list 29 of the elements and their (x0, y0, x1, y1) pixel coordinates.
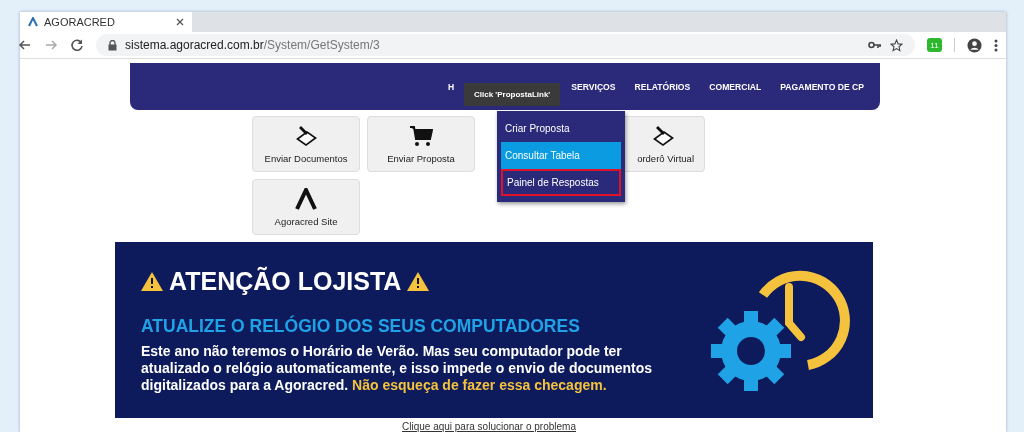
browser-tab[interactable]: AGORACRED (20, 12, 192, 32)
logo-icon (28, 17, 38, 27)
cart-icon (409, 124, 433, 147)
nav-link[interactable]: H (448, 81, 455, 92)
nav-link[interactable]: PAGAMENTO DE CP (780, 81, 864, 92)
account-icon[interactable] (967, 37, 982, 53)
key-icon[interactable] (868, 41, 882, 49)
lock-icon (108, 39, 117, 51)
logo-icon (295, 187, 317, 210)
address-bar[interactable]: sistema.agoracred.com.br/System/GetSystem/3 (96, 34, 915, 56)
warning-icon (407, 271, 430, 291)
shortcut-tile[interactable]: Agoracred Site (252, 179, 360, 235)
reload-icon[interactable] (70, 38, 84, 52)
tooltip: Click 'PropostaLink' (464, 83, 561, 106)
banner-subtitle: ATUALIZE O RELÓGIO DOS SEUS COMPUTADORES (141, 315, 581, 337)
banner-title: ATENÇÃO LOJISTA (169, 266, 402, 296)
help-link[interactable]: Clique aqui para solucionar o problema (402, 421, 576, 432)
close-icon[interactable] (176, 18, 184, 26)
shortcut-tile[interactable]: Enviar Proposta (367, 116, 475, 172)
shortcut-tile[interactable]: Enviar Documentos (252, 116, 360, 172)
star-icon[interactable] (890, 38, 903, 52)
nav-link[interactable]: RELATÓRIOS (634, 81, 691, 92)
back-icon[interactable] (18, 38, 32, 52)
nav-link[interactable]: COMERCIAL (709, 81, 762, 92)
nav-link[interactable]: SERVIÇOS (571, 81, 616, 92)
warning-icon (141, 271, 163, 291)
menu-item[interactable]: Painel de Respostas (501, 169, 621, 196)
menu-icon[interactable] (994, 38, 998, 52)
banner-text: Este ano não teremos o Horário de Verão. Mas seu computador pode ter atualizado o relógio automaticamente, e isso impede o envio de documentos digitalizados para a Agoracred. Não esqueça de fazer essa checagem. (141, 342, 654, 394)
